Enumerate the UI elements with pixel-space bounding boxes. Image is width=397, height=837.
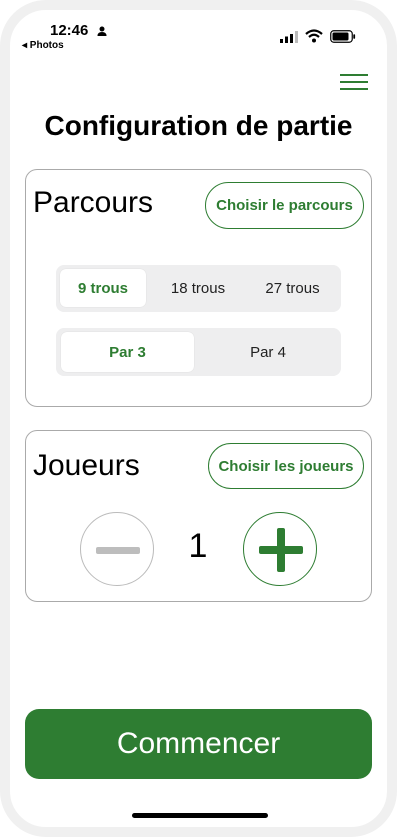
status-time: 12:46: [50, 22, 89, 39]
holes-option-27[interactable]: 27 trous: [248, 269, 337, 307]
par-segmented-control: Par 3 Par 4: [56, 328, 341, 376]
increase-players-button[interactable]: [243, 512, 317, 586]
players-card-title: Joueurs: [33, 449, 140, 482]
signal-icon: [280, 31, 298, 43]
menu-icon[interactable]: [340, 74, 368, 94]
player-count: 1: [188, 527, 208, 565]
holes-option-9[interactable]: 9 trous: [60, 269, 146, 307]
home-indicator[interactable]: [132, 813, 268, 818]
page-title: Configuration de partie: [44, 110, 353, 141]
minus-icon: [96, 547, 140, 554]
battery-icon: [330, 30, 356, 43]
course-card-title: Parcours: [33, 186, 154, 219]
par-option-3[interactable]: Par 3: [61, 332, 194, 372]
holes-segmented-control: 9 trous 18 trous 27 trous: [56, 265, 341, 312]
person-icon: [97, 26, 107, 36]
wifi-icon: [305, 29, 323, 43]
choose-course-button[interactable]: Choisir le parcours: [205, 182, 364, 229]
holes-option-18[interactable]: 18 trous: [152, 269, 244, 307]
choose-players-button[interactable]: Choisir les joueurs: [208, 443, 364, 489]
decrease-players-button[interactable]: [80, 512, 154, 586]
back-to-app-link[interactable]: ◂ Photos: [22, 40, 64, 51]
par-option-4[interactable]: Par 4: [199, 332, 337, 372]
start-button[interactable]: Commencer: [25, 709, 372, 779]
